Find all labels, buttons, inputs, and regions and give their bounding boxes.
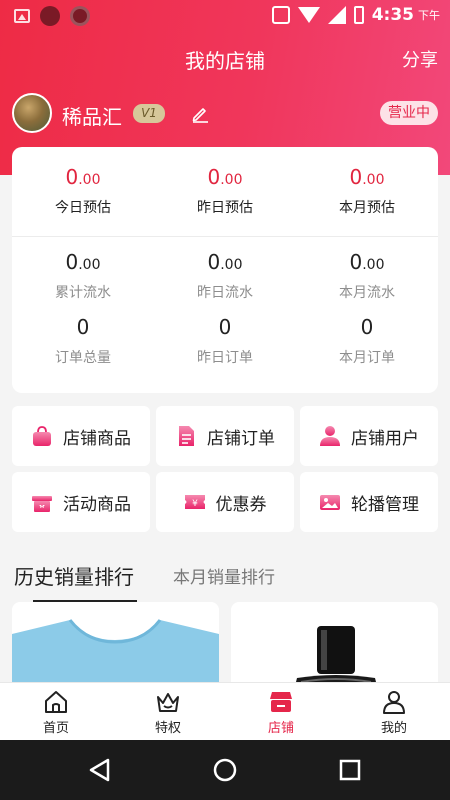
record-notification-icon	[70, 6, 90, 26]
crown-icon	[157, 693, 179, 712]
profile-icon	[383, 691, 405, 714]
stat-value: 0	[349, 165, 363, 189]
menu-shop-orders-button[interactable]: 店铺订单	[156, 406, 294, 466]
clock-time: 4:35	[371, 5, 414, 25]
stat-decimal: .00	[78, 172, 101, 188]
stat-value: 0	[360, 315, 374, 339]
page-title: 我的店铺	[185, 49, 265, 73]
menu-label: 店铺订单	[207, 428, 275, 449]
app-notification-icon	[40, 6, 60, 26]
stat-label: 本月流水	[339, 285, 395, 301]
home-icon	[45, 691, 67, 713]
menu-banner-management-button[interactable]: 轮播管理	[300, 472, 438, 532]
tab-history-sales-ranking[interactable]: 历史销量排行	[14, 561, 134, 590]
stat-decimal: .00	[220, 172, 243, 188]
stat-value: 0	[65, 165, 79, 189]
stat-label: 本月订单	[339, 350, 395, 366]
stat-value: 0	[207, 165, 221, 189]
menu-shop-products-button[interactable]: 店铺商品	[12, 406, 150, 466]
edit-pencil-icon[interactable]	[190, 103, 210, 123]
store-icon	[270, 692, 292, 712]
clock-ampm: 下午	[418, 9, 440, 22]
shopping-bag-icon	[33, 426, 51, 446]
gallery-notification-icon	[14, 9, 30, 23]
menu-label: 优惠券	[215, 494, 267, 515]
menu-shop-users-button[interactable]: 店铺用户	[300, 406, 438, 466]
wifi-icon	[297, 7, 320, 23]
gift-box-icon	[32, 496, 52, 512]
image-gallery-icon	[320, 495, 340, 510]
menu-coupons-button[interactable]: ¥ 优惠券	[156, 472, 294, 532]
nav-label: 特权	[154, 721, 181, 736]
stat-today-estimate: 0.00 今日预估	[12, 165, 154, 217]
stat-yesterday-estimate: 0.00 昨日预估	[154, 165, 296, 217]
battery-icon	[353, 6, 364, 24]
stat-label: 昨日预估	[197, 200, 253, 216]
user-icon	[320, 426, 340, 446]
stat-label: 昨日订单	[197, 350, 253, 366]
nav-label: 店铺	[267, 721, 294, 736]
nav-mine[interactable]: 我的	[338, 689, 450, 736]
menu-label: 店铺商品	[63, 428, 131, 449]
nav-label: 首页	[42, 721, 69, 736]
stat-month-orders: 0 本月订单	[296, 315, 438, 367]
recents-icon[interactable]	[339, 759, 361, 781]
stat-label: 订单总量	[55, 350, 111, 366]
share-button[interactable]: 分享	[402, 46, 438, 72]
stat-value: 0	[76, 315, 90, 339]
vip-level-badge: V1	[133, 104, 165, 123]
stats-divider	[12, 236, 438, 237]
stat-value: 0	[207, 250, 221, 274]
stat-decimal: .00	[220, 257, 243, 273]
tab-month-sales-ranking[interactable]: 本月销量排行	[173, 563, 275, 588]
stat-label: 本月预估	[339, 200, 395, 216]
menu-label: 轮播管理	[351, 494, 419, 515]
stat-decimal: .00	[362, 257, 385, 273]
stat-label: 今日预估	[55, 200, 111, 216]
home-button-icon[interactable]	[213, 758, 237, 782]
stat-yesterday-flow: 0.00 昨日流水	[154, 250, 296, 302]
shop-status-badge: 营业中	[380, 101, 438, 125]
stat-total-flow: 0.00 累计流水	[12, 250, 154, 302]
svg-text:¥: ¥	[192, 499, 198, 509]
nav-store[interactable]: 店铺	[225, 689, 337, 736]
stat-total-orders: 0 订单总量	[12, 315, 154, 367]
stat-value: 0	[65, 250, 79, 274]
stat-value: 0	[218, 315, 232, 339]
stat-label: 昨日流水	[197, 285, 253, 301]
menu-activity-products-button[interactable]: 活动商品	[12, 472, 150, 532]
stat-yesterday-orders: 0 昨日订单	[154, 315, 296, 367]
stat-month-flow: 0.00 本月流水	[296, 250, 438, 302]
vibrate-icon	[271, 6, 290, 24]
nav-home[interactable]: 首页	[0, 689, 112, 736]
nav-privilege[interactable]: 特权	[112, 689, 224, 736]
status-bar: 4:35 下午	[0, 0, 450, 32]
signal-icon	[327, 6, 346, 24]
stat-value: 0	[349, 250, 363, 274]
stat-decimal: .00	[362, 172, 385, 188]
back-icon[interactable]	[89, 758, 110, 782]
coupon-icon: ¥	[184, 495, 205, 509]
shop-avatar[interactable]	[12, 93, 52, 133]
stat-decimal: .00	[78, 257, 101, 273]
order-document-icon	[179, 426, 194, 446]
menu-label: 活动商品	[63, 494, 131, 515]
system-navigation-bar	[0, 740, 450, 800]
stat-month-estimate: 0.00 本月预估	[296, 165, 438, 217]
stats-card: 0.00 今日预估 0.00 昨日预估 0.00 本月预估 0.00 累计流水 …	[12, 147, 438, 393]
stat-label: 累计流水	[55, 285, 111, 301]
shop-name: 稀品汇	[62, 105, 122, 129]
bottom-navigation: 首页 特权 店铺 我的	[0, 682, 450, 740]
menu-label: 店铺用户	[351, 428, 419, 449]
nav-label: 我的	[380, 721, 407, 736]
